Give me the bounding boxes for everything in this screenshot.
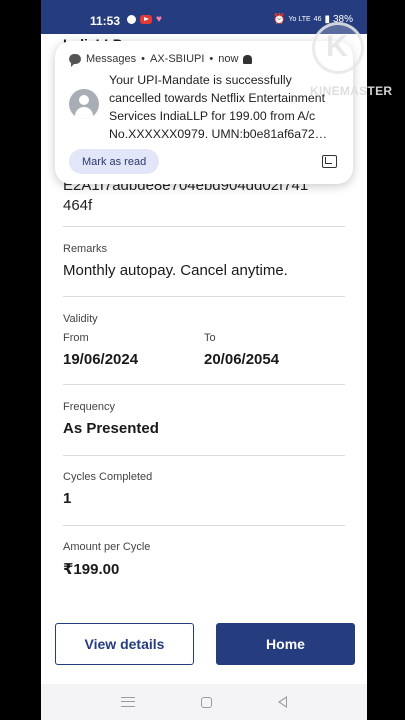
from-date: 19/06/2024 xyxy=(63,351,139,368)
menu-icon[interactable] xyxy=(121,697,135,707)
network-label: Yo LTE xyxy=(288,16,311,23)
amount-value: ₹199.00 xyxy=(63,561,120,578)
alarm-icon: ⏰ xyxy=(273,14,286,25)
expand-icon[interactable] xyxy=(322,155,337,168)
cycles-value: 1 xyxy=(63,490,72,507)
validity-section: Validity From 19/06/2024 To 20/06/2054 xyxy=(63,313,345,385)
home-icon[interactable] xyxy=(201,696,212,708)
phone-screen: 11:53 ♥ ⏰ Yo LTE 46 ▮ 38% IndiaLLP E2A1I… xyxy=(41,0,367,720)
to-label: To xyxy=(204,332,216,344)
back-icon[interactable] xyxy=(278,696,287,708)
umn-line-2: 464f xyxy=(63,197,93,214)
heart-icon: ♥ xyxy=(156,14,162,25)
status-left-icons: ♥ xyxy=(127,14,167,25)
to-date: 20/06/2054 xyxy=(204,351,280,368)
sms-notification[interactable]: Messages • AX-SBIUPI • now Your UPI-Mand… xyxy=(55,41,353,184)
watermark-text: KINEMASTER xyxy=(310,84,393,98)
notification-body: Your UPI-Mandate is successfully cancell… xyxy=(109,71,343,143)
remarks-value: Monthly autopay. Cancel anytime. xyxy=(63,262,288,279)
cycles-section: Cycles Completed 1 xyxy=(63,471,345,526)
status-time: 11:53 xyxy=(90,14,121,28)
cycles-label: Cycles Completed xyxy=(63,471,153,483)
whatsapp-icon xyxy=(127,15,136,24)
kinemaster-watermark: K KINEMASTER xyxy=(310,22,393,102)
avatar-icon xyxy=(69,89,99,119)
notification-text: Your UPI-Mandate is successfully cancell… xyxy=(109,73,328,141)
system-nav-bar xyxy=(41,684,367,720)
frequency-label: Frequency xyxy=(63,401,115,413)
remarks-label: Remarks xyxy=(63,243,108,255)
mark-as-read-button[interactable]: Mark as read xyxy=(69,149,160,174)
home-button[interactable]: Home xyxy=(216,623,355,665)
message-icon xyxy=(69,54,81,67)
notification-sender: AX-SBIUPI xyxy=(150,53,205,65)
umn-divider xyxy=(63,226,345,227)
frequency-value: As Presented xyxy=(63,420,159,437)
validity-label: Validity xyxy=(63,313,98,325)
notification-time: now xyxy=(218,53,239,65)
notification-app: Messages xyxy=(86,53,137,65)
frequency-section: Frequency As Presented xyxy=(63,401,345,456)
from-label: From xyxy=(63,332,89,344)
watermark-letter: K xyxy=(326,30,348,63)
amount-section: Amount per Cycle ₹199.00 xyxy=(63,541,345,581)
remarks-section: Remarks Monthly autopay. Cancel anytime. xyxy=(63,243,345,297)
youtube-icon xyxy=(140,15,152,24)
view-details-button[interactable]: View details xyxy=(55,623,194,665)
amount-label: Amount per Cycle xyxy=(63,541,151,553)
bell-icon xyxy=(243,54,253,64)
notification-header: Messages • AX-SBIUPI • now xyxy=(69,53,253,67)
